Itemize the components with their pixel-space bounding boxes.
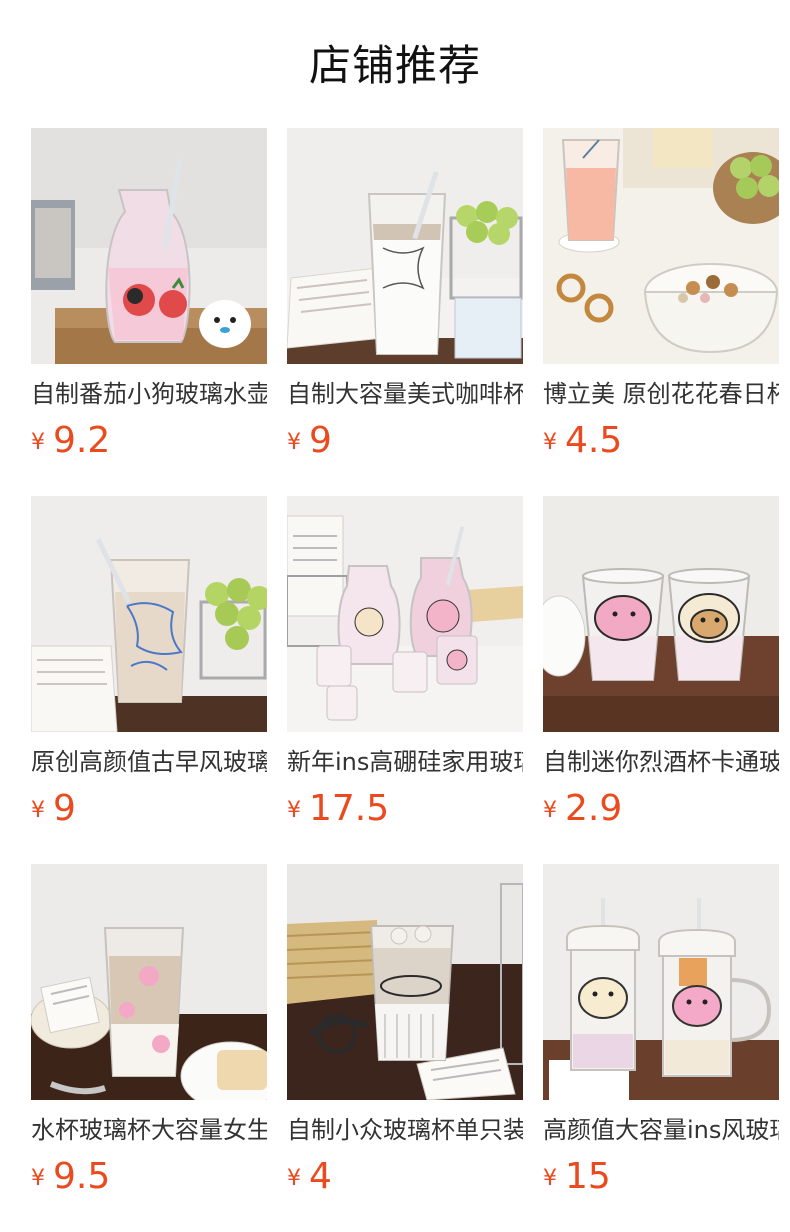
- product-name[interactable]: 自制番茄小狗玻璃水壶: [31, 376, 267, 412]
- price-value: 9.2: [53, 420, 111, 461]
- product-image[interactable]: [31, 864, 267, 1100]
- product-price: ¥4: [287, 1154, 332, 1200]
- product-card[interactable]: 自制大容量美式咖啡杯 ¥9: [287, 128, 523, 496]
- product-card[interactable]: 高颜值大容量ins风玻璃杯 ¥15: [543, 864, 779, 1232]
- product-name[interactable]: 博立美 原创花花春日杯: [543, 376, 779, 412]
- price-value: 9: [53, 788, 76, 829]
- price-value: 15: [565, 1156, 611, 1197]
- product-price: ¥2.9: [543, 786, 622, 832]
- price-value: 4: [309, 1156, 332, 1197]
- product-price: ¥9: [31, 786, 76, 832]
- product-name[interactable]: 原创高颜值古早风玻璃杯: [31, 744, 267, 780]
- product-image[interactable]: [543, 496, 779, 732]
- product-image[interactable]: [543, 864, 779, 1100]
- currency-symbol: ¥: [31, 1166, 45, 1191]
- price-value: 2.9: [565, 788, 623, 829]
- currency-symbol: ¥: [31, 798, 45, 823]
- product-image[interactable]: [31, 128, 267, 364]
- product-card[interactable]: 博立美 原创花花春日杯 ¥4.5: [543, 128, 779, 496]
- currency-symbol: ¥: [543, 430, 557, 455]
- currency-symbol: ¥: [287, 798, 301, 823]
- product-name[interactable]: 高颜值大容量ins风玻璃杯: [543, 1112, 779, 1148]
- product-name[interactable]: 自制大容量美式咖啡杯: [287, 376, 523, 412]
- currency-symbol: ¥: [31, 430, 45, 455]
- product-image[interactable]: [31, 496, 267, 732]
- product-price: ¥4.5: [543, 418, 622, 464]
- product-card[interactable]: 自制小众玻璃杯单只装 ¥4: [287, 864, 523, 1232]
- product-card[interactable]: 新年ins高硼硅家用玻璃壶 ¥17.5: [287, 496, 523, 864]
- product-price: ¥9.2: [31, 418, 110, 464]
- price-value: 17.5: [309, 788, 390, 829]
- product-name[interactable]: 水杯玻璃杯大容量女生: [31, 1112, 267, 1148]
- product-name[interactable]: 新年ins高硼硅家用玻璃壶: [287, 744, 523, 780]
- price-value: 9.5: [53, 1156, 111, 1197]
- currency-symbol: ¥: [543, 1166, 557, 1191]
- product-card[interactable]: 水杯玻璃杯大容量女生 ¥9.5: [31, 864, 267, 1232]
- currency-symbol: ¥: [287, 430, 301, 455]
- product-card[interactable]: 自制番茄小狗玻璃水壶 ¥9.2: [31, 128, 267, 496]
- product-image[interactable]: [287, 128, 523, 364]
- product-price: ¥9: [287, 418, 332, 464]
- product-name[interactable]: 自制迷你烈酒杯卡通玻璃杯: [543, 744, 779, 780]
- product-name[interactable]: 自制小众玻璃杯单只装: [287, 1112, 523, 1148]
- price-value: 9: [309, 420, 332, 461]
- currency-symbol: ¥: [287, 1166, 301, 1191]
- product-price: ¥15: [543, 1154, 611, 1200]
- product-grid: 自制番茄小狗玻璃水壶 ¥9.2 自制大容量美式咖啡杯 ¥ 9 博立美 原创花花春…: [31, 128, 779, 1232]
- product-image[interactable]: [287, 864, 523, 1100]
- product-image[interactable]: [543, 128, 779, 364]
- page-title: 店铺推荐: [308, 41, 481, 90]
- product-card[interactable]: 原创高颜值古早风玻璃杯 ¥9: [31, 496, 267, 864]
- product-card[interactable]: 自制迷你烈酒杯卡通玻璃杯 ¥2.9: [543, 496, 779, 864]
- product-price: ¥17.5: [287, 786, 389, 832]
- currency-symbol: ¥: [543, 798, 557, 823]
- product-price: ¥9.5: [31, 1154, 110, 1200]
- price-value: 4.5: [565, 420, 623, 461]
- product-image[interactable]: [287, 496, 523, 732]
